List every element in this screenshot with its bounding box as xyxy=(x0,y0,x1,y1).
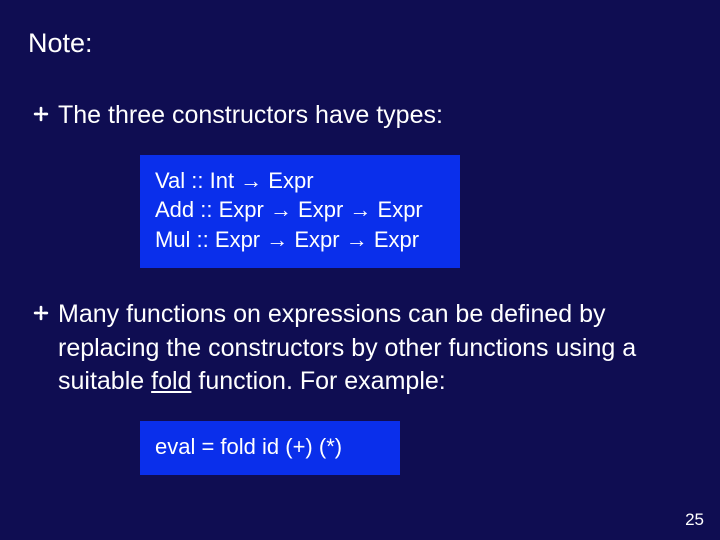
flower-bullet-icon xyxy=(32,304,50,322)
code-line: Add :: Expr → Expr → Expr xyxy=(155,195,445,225)
slide-title: Note: xyxy=(28,28,692,59)
bullet-text-underline: fold xyxy=(151,367,191,395)
code-line: Val :: Int → Expr xyxy=(155,166,445,196)
bullet-item: The three constructors have types: xyxy=(28,99,692,133)
bullet-text-post: function. For example: xyxy=(191,367,445,395)
bullet-text: Many functions on expressions can be def… xyxy=(58,298,692,399)
code-box-types: Val :: Int → Expr Add :: Expr → Expr → E… xyxy=(140,155,460,268)
code-line: eval = fold id (+) (*) xyxy=(155,432,385,462)
bullet-text: The three constructors have types: xyxy=(58,99,443,133)
code-line: Mul :: Expr → Expr → Expr xyxy=(155,225,445,255)
bullet-item: Many functions on expressions can be def… xyxy=(28,298,692,399)
flower-bullet-icon xyxy=(32,105,50,123)
slide: Note: The three constructors have types:… xyxy=(0,0,720,540)
page-number: 25 xyxy=(685,510,704,530)
code-box-eval: eval = fold id (+) (*) xyxy=(140,421,400,475)
